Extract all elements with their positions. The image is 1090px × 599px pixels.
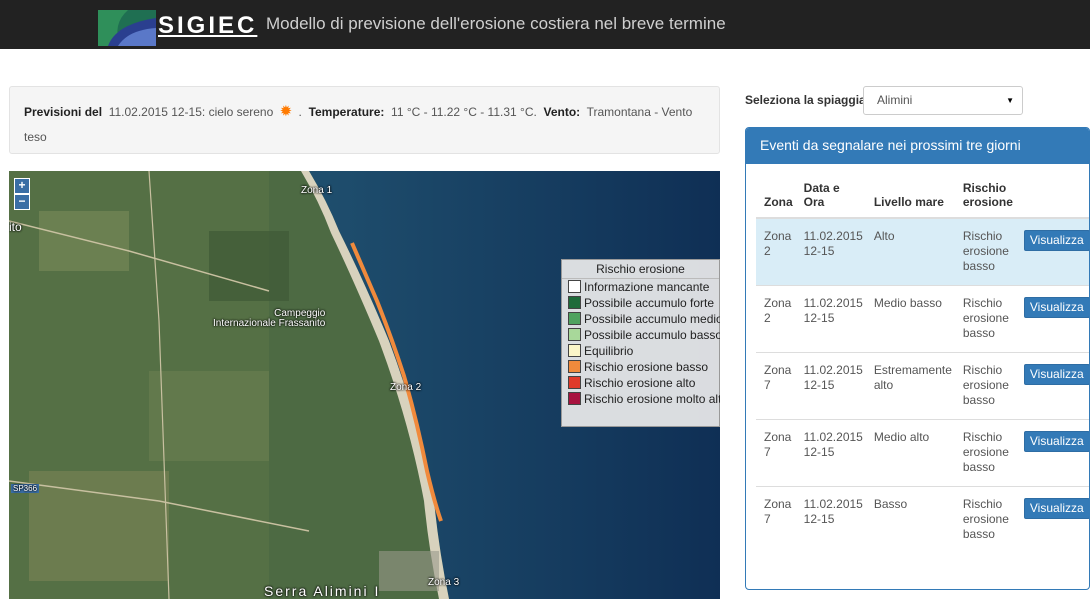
satellite-map[interactable]: + − Zona 1 Zona 2 Zona 3 Campeggio Inter…	[9, 171, 720, 599]
legend-swatch	[568, 360, 581, 373]
col-action	[1015, 177, 1089, 219]
visualizza-button[interactable]: Visualizza	[1023, 363, 1089, 385]
cell-action: Visualizza	[1015, 418, 1089, 486]
left-edge-label: ito	[9, 220, 22, 234]
legend-label: Possibile accumulo basso	[584, 328, 720, 342]
forecast-separator: .	[298, 105, 302, 119]
legend-swatch	[568, 376, 581, 389]
cell-action: Visualizza	[1015, 284, 1089, 352]
table-row: Zona 7 11.02.2015 12-15 Estremamente alto R…	[756, 351, 1089, 419]
col-data: Data e Ora	[795, 177, 866, 219]
visualizza-button[interactable]: Visualizza	[1023, 430, 1089, 452]
table-row: Zona 2 11.02.2015 12-15 Medio basso Rischio…	[756, 284, 1089, 352]
events-panel: Eventi da segnalare nei prossimi tre gio…	[745, 127, 1090, 590]
forecast-box: Previsioni del 11.02.2015 12-15: cielo s…	[9, 86, 720, 154]
zona3-label[interactable]: Zona 3	[428, 577, 459, 588]
zoom-in-button[interactable]: +	[14, 178, 30, 194]
legend-label: Rischio erosione basso	[584, 360, 709, 374]
legend-label: Equilibrio	[584, 344, 634, 358]
cell-rischio: Rischio erosione basso	[954, 418, 1016, 486]
legend-item: Rischio erosione basso	[562, 359, 719, 375]
previsioni-value: 11.02.2015 12-15: cielo sereno	[108, 105, 274, 119]
cell-livello: Estremamente alto	[865, 351, 955, 419]
visualizza-button[interactable]: Visualizza	[1023, 230, 1089, 251]
legend-label: Rischio erosione molto alto	[584, 392, 720, 406]
legend-swatch	[568, 296, 581, 309]
col-livello: Livello mare	[865, 177, 955, 219]
table-row: Zona 7 11.02.2015 12-15 Medio alto Rischio …	[756, 418, 1089, 486]
cell-rischio: Rischio erosione basso	[954, 217, 1016, 285]
zona1-label[interactable]: Zona 1	[301, 185, 332, 196]
cell-rischio: Rischio erosione basso	[954, 351, 1016, 419]
cell-livello: Medio basso	[865, 284, 955, 352]
logo-text[interactable]: SIGIEC	[158, 12, 257, 40]
cell-data: 11.02.2015 12-15	[795, 351, 866, 419]
legend-item: Possibile accumulo forte	[562, 295, 719, 311]
legend-swatch	[568, 280, 581, 293]
previsioni-label: Previsioni del	[24, 105, 103, 119]
col-rischio: Rischio erosione	[954, 177, 1016, 219]
cell-data: 11.02.2015 12-15	[795, 217, 866, 285]
table-row: Zona 7 11.02.2015 12-15 Basso Rischio erosi…	[756, 485, 1089, 553]
temperature-value: 11 °C - 11.22 °C - 11.31 °C.	[391, 105, 537, 119]
cell-zona: Zona 7	[756, 418, 796, 486]
zoom-out-button[interactable]: −	[14, 194, 30, 210]
cell-data: 11.02.2015 12-15	[795, 284, 866, 352]
legend-item: Informazione mancante	[562, 279, 719, 295]
cell-action: Visualizza	[1015, 217, 1089, 285]
sun-icon: ✹	[279, 103, 293, 120]
cell-data: 11.02.2015 12-15	[795, 418, 866, 486]
cell-zona: Zona 7	[756, 485, 796, 553]
sigiec-logo-icon[interactable]	[98, 10, 156, 46]
legend-item: Rischio erosione molto alto	[562, 391, 720, 407]
cell-livello: Basso	[865, 485, 955, 553]
table-row: Zona 2 11.02.2015 12-15 Alto Rischio erosio…	[756, 217, 1089, 285]
legend-title: Rischio erosione	[562, 260, 719, 279]
beach-select-label: Seleziona la spiaggia	[745, 93, 866, 107]
legend-item: Equilibrio	[562, 343, 719, 359]
visualizza-button[interactable]: Visualizza	[1023, 497, 1089, 519]
beach-select-value: Alimini	[877, 93, 913, 107]
legend-label: Rischio erosione alto	[584, 376, 696, 390]
cell-livello: Alto	[865, 217, 955, 285]
legend-swatch	[568, 328, 581, 341]
cell-zona: Zona 2	[756, 284, 796, 352]
road-label: SP366	[11, 484, 40, 493]
legend-swatch	[568, 312, 581, 325]
cell-livello: Medio alto	[865, 418, 955, 486]
app-title: Modello di previsione dell'erosione cost…	[266, 14, 726, 33]
map-legend: Rischio erosione Informazione mancante Po…	[561, 259, 720, 427]
cell-action: Visualizza	[1015, 485, 1089, 553]
col-zona: Zona	[756, 177, 796, 219]
legend-label: Informazione mancante	[584, 280, 710, 294]
beach-select[interactable]: Alimini ▼	[863, 86, 1023, 115]
legend-label: Possibile accumulo forte	[584, 296, 715, 310]
vento-label: Vento:	[543, 105, 581, 119]
events-panel-title: Eventi da segnalare nei prossimi tre gio…	[746, 128, 1089, 164]
legend-swatch	[568, 392, 581, 405]
legend-item: Possibile accumulo medio	[562, 311, 720, 327]
events-table: Zona Data e Ora Livello mare Rischio ero…	[756, 177, 1089, 553]
cell-zona: Zona 2	[756, 217, 796, 285]
cell-zona: Zona 7	[756, 351, 796, 419]
campeggio-label: Campeggio Internazionale Frassanito	[213, 308, 326, 329]
legend-item: Rischio erosione alto	[562, 375, 719, 391]
top-navbar: SIGIEC Modello di previsione dell'erosio…	[0, 0, 1090, 49]
zona2-label[interactable]: Zona 2	[390, 382, 421, 393]
legend-label: Possibile accumulo medio	[584, 312, 720, 326]
visualizza-button[interactable]: Visualizza	[1023, 296, 1089, 318]
temperature-label: Temperature:	[308, 105, 385, 119]
cell-action: Visualizza	[1015, 351, 1089, 419]
cell-rischio: Rischio erosione basso	[954, 284, 1016, 352]
legend-item: Possibile accumulo basso	[562, 327, 720, 343]
cell-rischio: Rischio erosione basso	[954, 485, 1016, 553]
legend-swatch	[568, 344, 581, 357]
cell-data: 11.02.2015 12-15	[795, 485, 866, 553]
bottom-place-label: Serra Alimini I	[264, 583, 381, 599]
dropdown-arrow-icon: ▼	[1006, 96, 1014, 105]
